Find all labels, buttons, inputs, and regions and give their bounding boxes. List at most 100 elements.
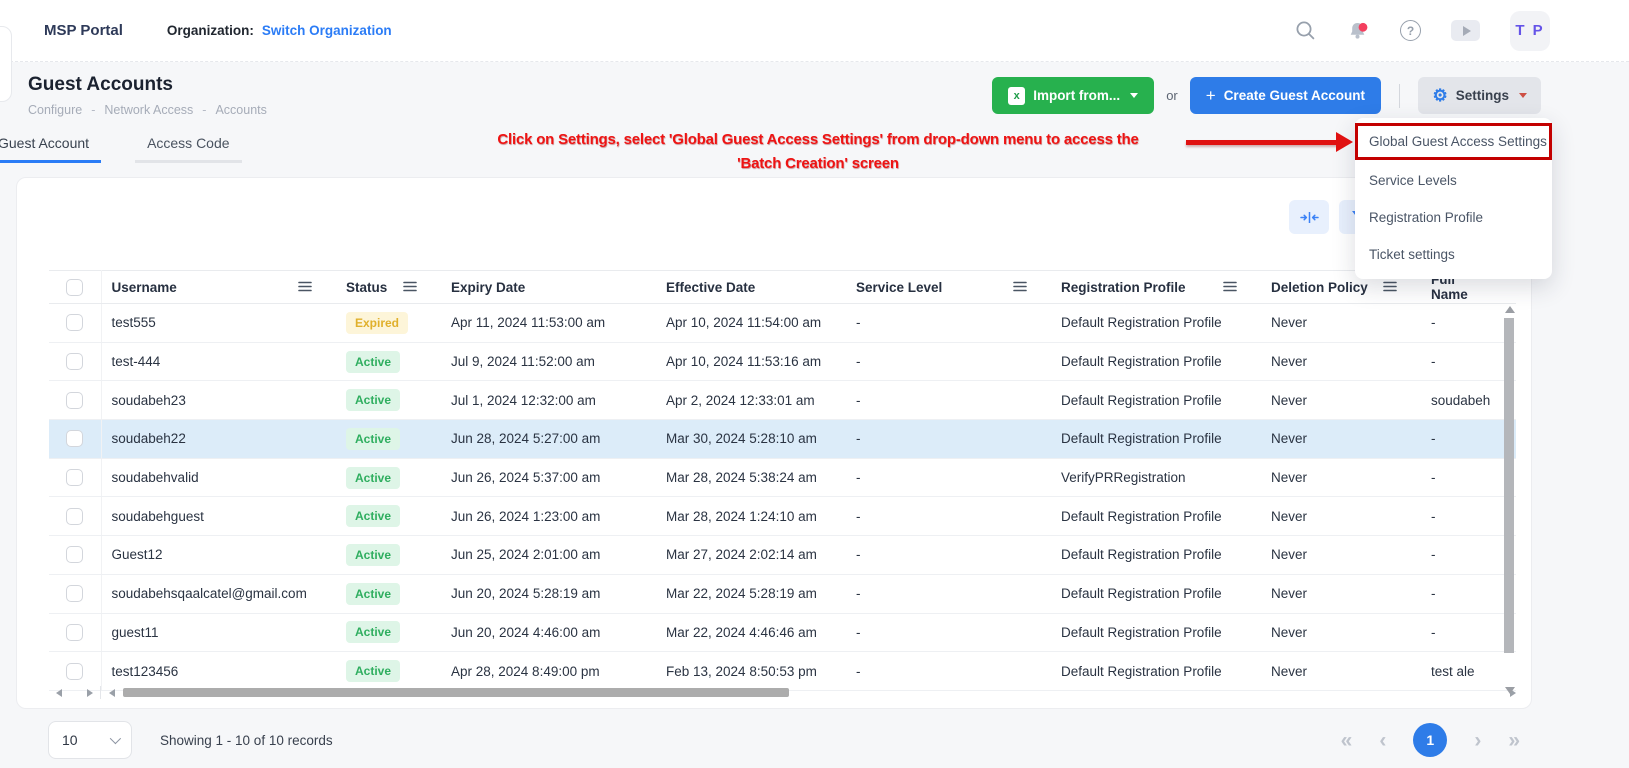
breadcrumb-item-configure[interactable]: Configure bbox=[28, 103, 82, 117]
next-page-icon[interactable]: › bbox=[1474, 730, 1481, 751]
cell-full-name: soudabeh bbox=[1421, 381, 1516, 420]
scroll-left-icon[interactable] bbox=[109, 689, 115, 697]
column-header-expiry-date[interactable]: Expiry Date bbox=[441, 271, 656, 304]
switch-organization-link[interactable]: Switch Organization bbox=[262, 23, 392, 38]
column-menu-icon[interactable] bbox=[1223, 280, 1237, 295]
column-menu-icon[interactable] bbox=[1013, 280, 1027, 295]
scroll-left-icon[interactable] bbox=[56, 689, 62, 697]
column-menu-icon[interactable] bbox=[1383, 280, 1397, 295]
cell-registration-profile: Default Registration Profile bbox=[1051, 420, 1261, 459]
frozen-column-scroll[interactable] bbox=[49, 686, 101, 699]
table-row[interactable]: soudabehguestActiveJun 26, 2024 1:23:00 … bbox=[49, 497, 1516, 536]
row-checkbox[interactable] bbox=[66, 585, 83, 602]
column-menu-icon[interactable] bbox=[298, 280, 312, 295]
table-row[interactable]: soudabehvalidActiveJun 26, 2024 5:37:00 … bbox=[49, 458, 1516, 497]
column-header-username[interactable]: Username bbox=[101, 271, 336, 304]
caret-down-icon bbox=[1519, 93, 1527, 98]
help-icon[interactable]: ? bbox=[1400, 20, 1421, 41]
cell-expiry-date: Jul 9, 2024 11:52:00 am bbox=[441, 342, 656, 381]
tab-access-code[interactable]: Access Code bbox=[135, 127, 241, 163]
table-row[interactable]: Guest12ActiveJun 25, 2024 2:01:00 amMar … bbox=[49, 536, 1516, 575]
cell-select bbox=[49, 613, 101, 652]
or-text: or bbox=[1166, 88, 1178, 103]
cell-service-level: - bbox=[846, 458, 1051, 497]
excel-file-icon: x bbox=[1008, 87, 1025, 105]
row-checkbox[interactable] bbox=[66, 546, 83, 563]
row-checkbox[interactable] bbox=[66, 469, 83, 486]
notification-bell-icon[interactable] bbox=[1346, 19, 1370, 43]
table-row[interactable]: guest11ActiveJun 20, 2024 4:46:00 amMar … bbox=[49, 613, 1516, 652]
table-row[interactable]: soudabeh23ActiveJul 1, 2024 12:32:00 amA… bbox=[49, 381, 1516, 420]
row-checkbox[interactable] bbox=[66, 314, 83, 331]
cell-expiry-date: Jun 26, 2024 1:23:00 am bbox=[441, 497, 656, 536]
cell-full-name: - bbox=[1421, 342, 1516, 381]
breadcrumb-item-network-access[interactable]: Network Access bbox=[104, 103, 193, 117]
column-header-effective-date[interactable]: Effective Date bbox=[656, 271, 846, 304]
cell-effective-date: Mar 28, 2024 5:38:24 am bbox=[656, 458, 846, 497]
avatar[interactable]: T P bbox=[1510, 11, 1550, 51]
table-row[interactable]: soudabehsqaalcatel@gmail.comActiveJun 20… bbox=[49, 574, 1516, 613]
column-label: Status bbox=[346, 280, 387, 295]
page-size-select[interactable]: 10 bbox=[48, 721, 132, 759]
tab-guest-account[interactable]: Guest Account bbox=[0, 127, 101, 163]
cell-username: soudabeh23 bbox=[101, 381, 336, 420]
scroll-right-icon[interactable] bbox=[87, 689, 93, 697]
cell-username: guest11 bbox=[101, 613, 336, 652]
row-checkbox[interactable] bbox=[66, 392, 83, 409]
showing-records-text: Showing 1 - 10 of 10 records bbox=[160, 733, 333, 748]
dropdown-item-service-levels[interactable]: Service Levels bbox=[1355, 162, 1552, 199]
settings-button[interactable]: ⚙ Settings bbox=[1418, 77, 1541, 114]
cell-status: Active bbox=[336, 613, 441, 652]
row-checkbox[interactable] bbox=[66, 353, 83, 370]
column-label: Effective Date bbox=[666, 280, 755, 295]
horizontal-scrollbar[interactable] bbox=[49, 686, 1516, 699]
column-header-service-level[interactable]: Service Level bbox=[846, 271, 1051, 304]
cell-service-level: - bbox=[846, 574, 1051, 613]
table-row[interactable]: test-444ActiveJul 9, 2024 11:52:00 amApr… bbox=[49, 342, 1516, 381]
settings-dropdown: Global Guest Access SettingsService Leve… bbox=[1355, 118, 1552, 279]
plus-icon: + bbox=[1206, 87, 1216, 104]
dropdown-item-registration-profile[interactable]: Registration Profile bbox=[1355, 199, 1552, 236]
column-menu-icon[interactable] bbox=[403, 280, 417, 295]
status-badge: Active bbox=[346, 583, 400, 605]
cell-registration-profile: Default Registration Profile bbox=[1051, 574, 1261, 613]
table-row[interactable]: test123456ActiveApr 28, 2024 8:49:00 pmF… bbox=[49, 652, 1516, 691]
cell-status: Active bbox=[336, 458, 441, 497]
table-row[interactable]: soudabeh22ActiveJun 28, 2024 5:27:00 amM… bbox=[49, 420, 1516, 459]
row-checkbox[interactable] bbox=[66, 430, 83, 447]
cell-effective-date: Feb 13, 2024 8:50:53 pm bbox=[656, 652, 846, 691]
dropdown-item-ticket-settings[interactable]: Ticket settings bbox=[1355, 236, 1552, 273]
collapse-columns-icon[interactable] bbox=[1289, 200, 1329, 234]
annotation-line-1: Click on Settings, select 'Global Guest … bbox=[378, 128, 1258, 152]
row-checkbox[interactable] bbox=[66, 508, 83, 525]
column-header-registration-profile[interactable]: Registration Profile bbox=[1051, 271, 1261, 304]
status-badge: Active bbox=[346, 351, 400, 373]
scroll-up-icon[interactable] bbox=[1505, 306, 1515, 313]
current-page-button[interactable]: 1 bbox=[1413, 723, 1447, 757]
row-checkbox[interactable] bbox=[66, 663, 83, 680]
breadcrumb-item-accounts[interactable]: Accounts bbox=[215, 103, 266, 117]
select-all-checkbox[interactable] bbox=[66, 279, 83, 296]
column-header-status[interactable]: Status bbox=[336, 271, 441, 304]
cell-registration-profile: Default Registration Profile bbox=[1051, 536, 1261, 575]
vertical-scrollbar-thumb[interactable] bbox=[1504, 318, 1514, 653]
cell-deletion-policy: Never bbox=[1261, 381, 1421, 420]
prev-page-icon[interactable]: ‹ bbox=[1379, 730, 1386, 751]
create-guest-account-button[interactable]: + Create Guest Account bbox=[1190, 77, 1381, 114]
play-icon bbox=[1463, 26, 1471, 36]
import-from-button[interactable]: x Import from... bbox=[992, 77, 1154, 114]
video-tutorial-icon[interactable] bbox=[1451, 20, 1480, 41]
cell-username: soudabeh22 bbox=[101, 420, 336, 459]
first-page-icon[interactable]: « bbox=[1341, 730, 1353, 751]
search-icon[interactable] bbox=[1295, 20, 1316, 41]
dropdown-item-global-guest-access-settings[interactable]: Global Guest Access Settings bbox=[1355, 123, 1552, 160]
horizontal-scrollbar-thumb[interactable] bbox=[123, 688, 789, 697]
cell-status: Expired bbox=[336, 304, 441, 343]
last-page-icon[interactable]: » bbox=[1508, 730, 1520, 751]
vertical-scrollbar[interactable] bbox=[1504, 306, 1515, 694]
cell-select bbox=[49, 458, 101, 497]
table-row[interactable]: test555ExpiredApr 11, 2024 11:53:00 amAp… bbox=[49, 304, 1516, 343]
row-checkbox[interactable] bbox=[66, 624, 83, 641]
scroll-down-icon[interactable] bbox=[1505, 687, 1515, 694]
topbar: MSP Portal Organization: Switch Organiza… bbox=[0, 0, 1629, 62]
